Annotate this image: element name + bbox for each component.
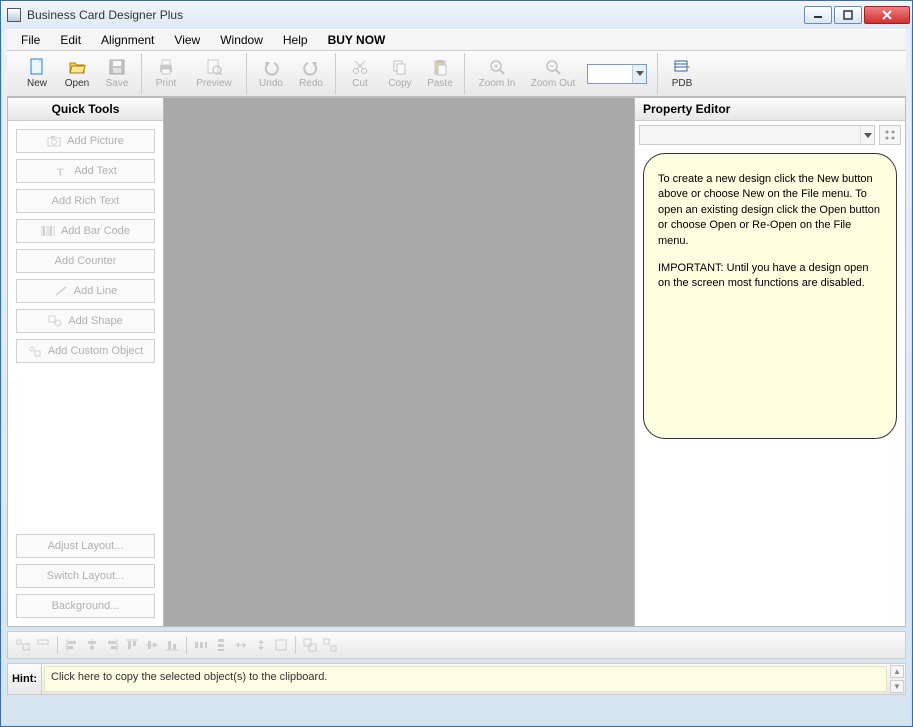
align-right-icon[interactable] <box>103 636 121 654</box>
redo-button[interactable]: Redo <box>291 53 331 94</box>
barcode-icon <box>41 225 55 237</box>
switch-layout-button[interactable]: Switch Layout... <box>16 564 155 588</box>
paste-icon <box>431 58 449 76</box>
menu-buy-now[interactable]: BUY NOW <box>320 31 394 49</box>
print-button[interactable]: Print <box>146 53 186 94</box>
same-width-icon[interactable] <box>232 636 250 654</box>
property-grid-button[interactable] <box>879 125 901 145</box>
zoom-in-icon <box>488 58 506 76</box>
align-center-icon[interactable] <box>83 636 101 654</box>
copy-icon <box>391 58 409 76</box>
menubar: File Edit Alignment View Window Help BUY… <box>7 29 906 51</box>
menu-view[interactable]: View <box>166 31 208 49</box>
grid-icon <box>884 129 896 141</box>
custom-object-icon <box>28 345 42 357</box>
undo-button[interactable]: Undo <box>251 53 291 94</box>
undo-icon <box>262 58 280 76</box>
new-file-icon <box>28 58 46 76</box>
camera-icon <box>47 135 61 147</box>
app-icon <box>7 8 21 22</box>
database-icon <box>673 58 691 76</box>
add-shape-button[interactable]: Add Shape <box>16 309 155 333</box>
preview-icon <box>205 58 223 76</box>
align-top-icon[interactable] <box>123 636 141 654</box>
menu-window[interactable]: Window <box>212 31 271 49</box>
pdb-button[interactable]: PDB <box>662 53 702 94</box>
close-button[interactable] <box>864 6 910 24</box>
menu-alignment[interactable]: Alignment <box>93 31 162 49</box>
hint-up-button[interactable]: ▲ <box>890 665 904 678</box>
printer-icon <box>157 58 175 76</box>
ungroup-icon[interactable] <box>321 636 339 654</box>
quick-tools-panel: Quick Tools Add Picture TAdd Text Add Ri… <box>8 98 164 626</box>
menu-file[interactable]: File <box>13 31 48 49</box>
add-picture-button[interactable]: Add Picture <box>16 129 155 153</box>
paste-button[interactable]: Paste <box>420 53 460 94</box>
zoom-out-icon <box>544 58 562 76</box>
distribute-v-icon[interactable] <box>212 636 230 654</box>
cut-button[interactable]: Cut <box>340 53 380 94</box>
property-editor-title: Property Editor <box>635 98 905 121</box>
titlebar: Business Card Designer Plus <box>1 1 912 29</box>
align-left-icon[interactable] <box>63 636 81 654</box>
chevron-down-icon <box>636 71 644 76</box>
client-area: Quick Tools Add Picture TAdd Text Add Ri… <box>7 97 906 627</box>
hint-label: Hint: <box>8 664 42 694</box>
application-window: Business Card Designer Plus File Edit Al… <box>0 0 913 727</box>
hint-down-button[interactable]: ▼ <box>890 680 904 693</box>
menu-edit[interactable]: Edit <box>52 31 89 49</box>
zoom-in-button[interactable]: Zoom In <box>469 53 525 94</box>
new-button[interactable]: New <box>17 53 57 94</box>
text-icon: T <box>54 165 68 177</box>
scissors-icon <box>351 58 369 76</box>
distribute-h-icon[interactable] <box>192 636 210 654</box>
hint-bar: Hint: Click here to copy the selected ob… <box>7 663 906 695</box>
line-icon <box>54 285 68 297</box>
maximize-button[interactable] <box>834 6 862 24</box>
add-text-button[interactable]: TAdd Text <box>16 159 155 183</box>
alignment-toolbar <box>7 631 906 659</box>
window-title: Business Card Designer Plus <box>27 8 183 22</box>
property-editor-panel: Property Editor To create a new design c… <box>635 98 905 626</box>
add-rich-text-button[interactable]: Add Rich Text <box>16 189 155 213</box>
save-button[interactable]: Save <box>97 53 137 94</box>
zoom-combo[interactable] <box>587 64 647 84</box>
open-folder-icon <box>68 58 86 76</box>
align-middle-icon[interactable] <box>143 636 161 654</box>
hint-text: Click here to copy the selected object(s… <box>44 666 887 692</box>
svg-text:T: T <box>57 167 64 177</box>
copy-button[interactable]: Copy <box>380 53 420 94</box>
same-height-icon[interactable] <box>252 636 270 654</box>
shape-icon <box>48 315 62 327</box>
add-line-button[interactable]: Add Line <box>16 279 155 303</box>
minimize-button[interactable] <box>804 6 832 24</box>
align-icon[interactable] <box>34 636 52 654</box>
align-bottom-icon[interactable] <box>163 636 181 654</box>
property-object-selector[interactable] <box>639 125 875 145</box>
group-icon[interactable] <box>301 636 319 654</box>
align-icon[interactable] <box>14 636 32 654</box>
toolbar: New Open Save Print Preview <box>7 51 906 97</box>
background-button[interactable]: Background... <box>16 594 155 618</box>
add-barcode-button[interactable]: Add Bar Code <box>16 219 155 243</box>
property-help-note: To create a new design click the New but… <box>643 153 897 439</box>
quick-tools-title: Quick Tools <box>8 98 163 121</box>
preview-button[interactable]: Preview <box>186 53 242 94</box>
same-size-icon[interactable] <box>272 636 290 654</box>
zoom-out-button[interactable]: Zoom Out <box>525 53 581 94</box>
open-button[interactable]: Open <box>57 53 97 94</box>
adjust-layout-button[interactable]: Adjust Layout... <box>16 534 155 558</box>
add-custom-object-button[interactable]: Add Custom Object <box>16 339 155 363</box>
menu-help[interactable]: Help <box>275 31 316 49</box>
design-canvas[interactable] <box>164 98 635 626</box>
save-icon <box>108 58 126 76</box>
chevron-down-icon <box>864 133 872 138</box>
redo-icon <box>302 58 320 76</box>
add-counter-button[interactable]: Add Counter <box>16 249 155 273</box>
